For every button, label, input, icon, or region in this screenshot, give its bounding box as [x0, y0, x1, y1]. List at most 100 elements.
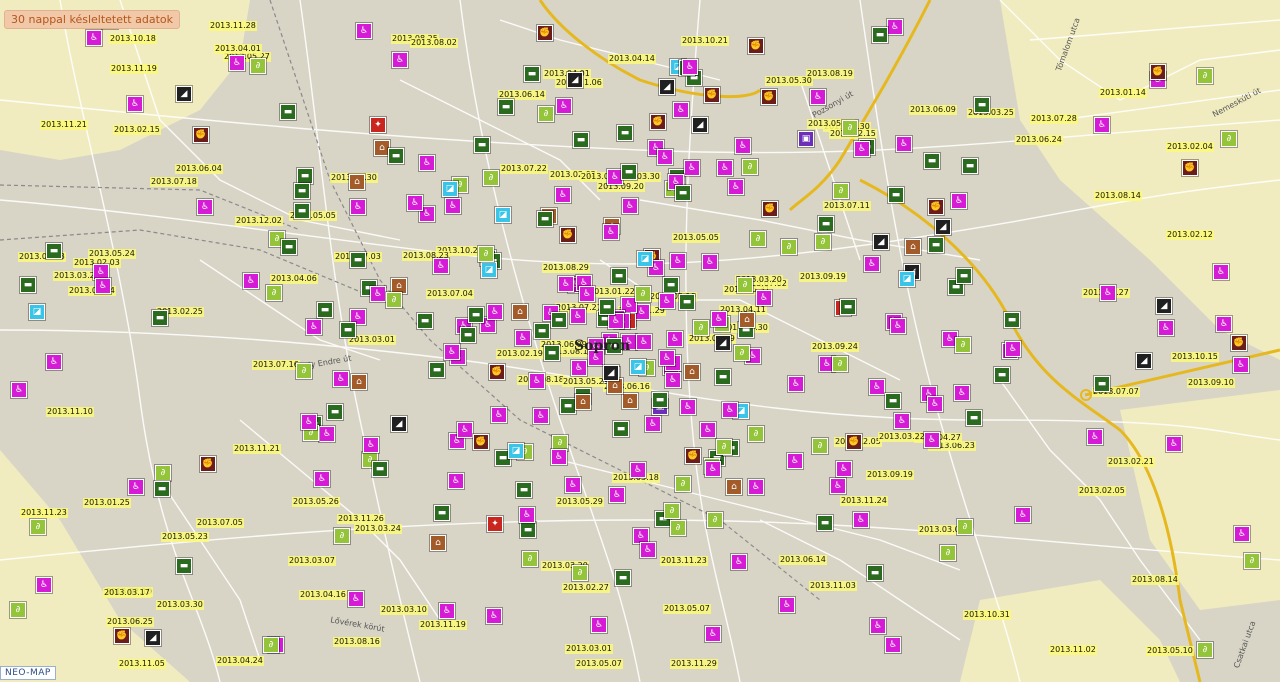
fist-icon[interactable]: ✊ — [846, 434, 862, 450]
person-icon[interactable]: ♿ — [787, 453, 803, 469]
person-icon[interactable]: ♿ — [36, 577, 52, 593]
person-icon[interactable]: ♿ — [608, 313, 624, 329]
person-icon[interactable]: ♿ — [491, 407, 507, 423]
diagonal-icon[interactable]: ◢ — [391, 416, 407, 432]
bike-icon[interactable]: ∂ — [842, 120, 858, 136]
person-icon[interactable]: ♿ — [333, 371, 349, 387]
person-icon[interactable]: ♿ — [515, 330, 531, 346]
person-icon[interactable]: ♿ — [1005, 341, 1021, 357]
bike-icon[interactable]: ∂ — [1221, 131, 1237, 147]
person-icon[interactable]: ♿ — [885, 637, 901, 653]
car-icon[interactable]: ▬ — [297, 168, 313, 184]
house-icon[interactable]: ⌂ — [349, 174, 365, 190]
person-icon[interactable]: ♿ — [779, 597, 795, 613]
bike-icon[interactable]: ∂ — [266, 285, 282, 301]
car-icon[interactable]: ▬ — [1004, 312, 1020, 328]
car-icon[interactable]: ▬ — [317, 302, 333, 318]
bike-icon[interactable]: ∂ — [734, 345, 750, 361]
person-icon[interactable]: ♿ — [869, 379, 885, 395]
person-icon[interactable]: ♿ — [659, 293, 675, 309]
person-icon[interactable]: ♿ — [756, 290, 772, 306]
person-icon[interactable]: ♿ — [86, 30, 102, 46]
person-icon[interactable]: ♿ — [11, 382, 27, 398]
car-icon[interactable]: ▬ — [715, 369, 731, 385]
person-icon[interactable]: ♿ — [735, 138, 751, 154]
car-icon[interactable]: ▬ — [956, 268, 972, 284]
house-icon[interactable]: ⌂ — [739, 312, 755, 328]
car-icon[interactable]: ▬ — [327, 404, 343, 420]
car-icon[interactable]: ▬ — [613, 421, 629, 437]
person-icon[interactable]: ♿ — [645, 416, 661, 432]
car-icon[interactable]: ▬ — [621, 164, 637, 180]
person-icon[interactable]: ♿ — [1094, 117, 1110, 133]
bike-icon[interactable]: ∂ — [386, 292, 402, 308]
person-icon[interactable]: ♿ — [894, 413, 910, 429]
car-icon[interactable]: ▬ — [599, 299, 615, 315]
bike-icon[interactable]: ∂ — [748, 426, 764, 442]
car-icon[interactable]: ▬ — [46, 243, 62, 259]
car-icon[interactable]: ▬ — [460, 327, 476, 343]
bike-icon[interactable]: ∂ — [781, 239, 797, 255]
person-icon[interactable]: ♿ — [896, 136, 912, 152]
person-icon[interactable]: ♿ — [728, 179, 744, 195]
person-icon[interactable]: ♿ — [603, 224, 619, 240]
person-icon[interactable]: ♿ — [556, 98, 572, 114]
house-icon[interactable]: ⌂ — [351, 374, 367, 390]
bike-icon[interactable]: ∂ — [334, 528, 350, 544]
car-icon[interactable]: ▬ — [924, 153, 940, 169]
person-icon[interactable]: ♿ — [717, 160, 733, 176]
car-icon[interactable]: ▬ — [434, 505, 450, 521]
person-icon[interactable]: ♿ — [392, 52, 408, 68]
person-icon[interactable]: ♿ — [555, 187, 571, 203]
house-icon[interactable]: ⌂ — [512, 304, 528, 320]
bike-icon[interactable]: ∂ — [296, 363, 312, 379]
alarm-icon[interactable]: ✦ — [370, 117, 386, 133]
person-icon[interactable]: ♿ — [243, 273, 259, 289]
diagonal-icon[interactable]: ◢ — [873, 234, 889, 250]
house-icon[interactable]: ⌂ — [430, 535, 446, 551]
person-icon[interactable]: ♿ — [705, 626, 721, 642]
car-icon[interactable]: ▬ — [974, 97, 990, 113]
bike-icon[interactable]: ∂ — [155, 465, 171, 481]
car-icon[interactable]: ▬ — [611, 268, 627, 284]
person-icon[interactable]: ♿ — [439, 603, 455, 619]
car-icon[interactable]: ▬ — [294, 183, 310, 199]
person-icon[interactable]: ♿ — [1100, 285, 1116, 301]
diagonal-icon[interactable]: ◢ — [1156, 298, 1172, 314]
bike-icon[interactable]: ∂ — [10, 602, 26, 618]
bike-icon[interactable]: ∂ — [1244, 553, 1260, 569]
fist-icon[interactable]: ✊ — [1150, 64, 1166, 80]
fist-icon[interactable]: ✊ — [1182, 160, 1198, 176]
cyan-icon[interactable]: ◪ — [442, 181, 458, 197]
person-icon[interactable]: ♿ — [1087, 429, 1103, 445]
person-icon[interactable]: ♿ — [680, 399, 696, 415]
bike-icon[interactable]: ∂ — [812, 438, 828, 454]
bike-icon[interactable]: ∂ — [833, 183, 849, 199]
bike-icon[interactable]: ∂ — [670, 520, 686, 536]
cyan-icon[interactable]: ◪ — [899, 271, 915, 287]
car-icon[interactable]: ▬ — [524, 66, 540, 82]
person-icon[interactable]: ♿ — [1213, 264, 1229, 280]
car-icon[interactable]: ▬ — [340, 322, 356, 338]
car-icon[interactable]: ▬ — [372, 461, 388, 477]
person-icon[interactable]: ♿ — [407, 195, 423, 211]
car-icon[interactable]: ▬ — [872, 27, 888, 43]
bike-icon[interactable]: ∂ — [716, 439, 732, 455]
bike-icon[interactable]: ∂ — [30, 519, 46, 535]
cyan-icon[interactable]: ◪ — [481, 262, 497, 278]
person-icon[interactable]: ♿ — [659, 350, 675, 366]
fist-icon[interactable]: ✊ — [761, 89, 777, 105]
person-icon[interactable]: ♿ — [448, 473, 464, 489]
bike-icon[interactable]: ∂ — [750, 231, 766, 247]
car-icon[interactable]: ▬ — [498, 99, 514, 115]
bike-icon[interactable]: ∂ — [707, 512, 723, 528]
person-icon[interactable]: ♿ — [314, 471, 330, 487]
person-icon[interactable]: ♿ — [887, 19, 903, 35]
person-icon[interactable]: ♿ — [301, 414, 317, 430]
car-icon[interactable]: ▬ — [20, 277, 36, 293]
fist-icon[interactable]: ✊ — [193, 127, 209, 143]
bike-icon[interactable]: ∂ — [522, 551, 538, 567]
person-icon[interactable]: ♿ — [890, 318, 906, 334]
car-icon[interactable]: ▬ — [885, 393, 901, 409]
person-icon[interactable]: ♿ — [551, 449, 567, 465]
